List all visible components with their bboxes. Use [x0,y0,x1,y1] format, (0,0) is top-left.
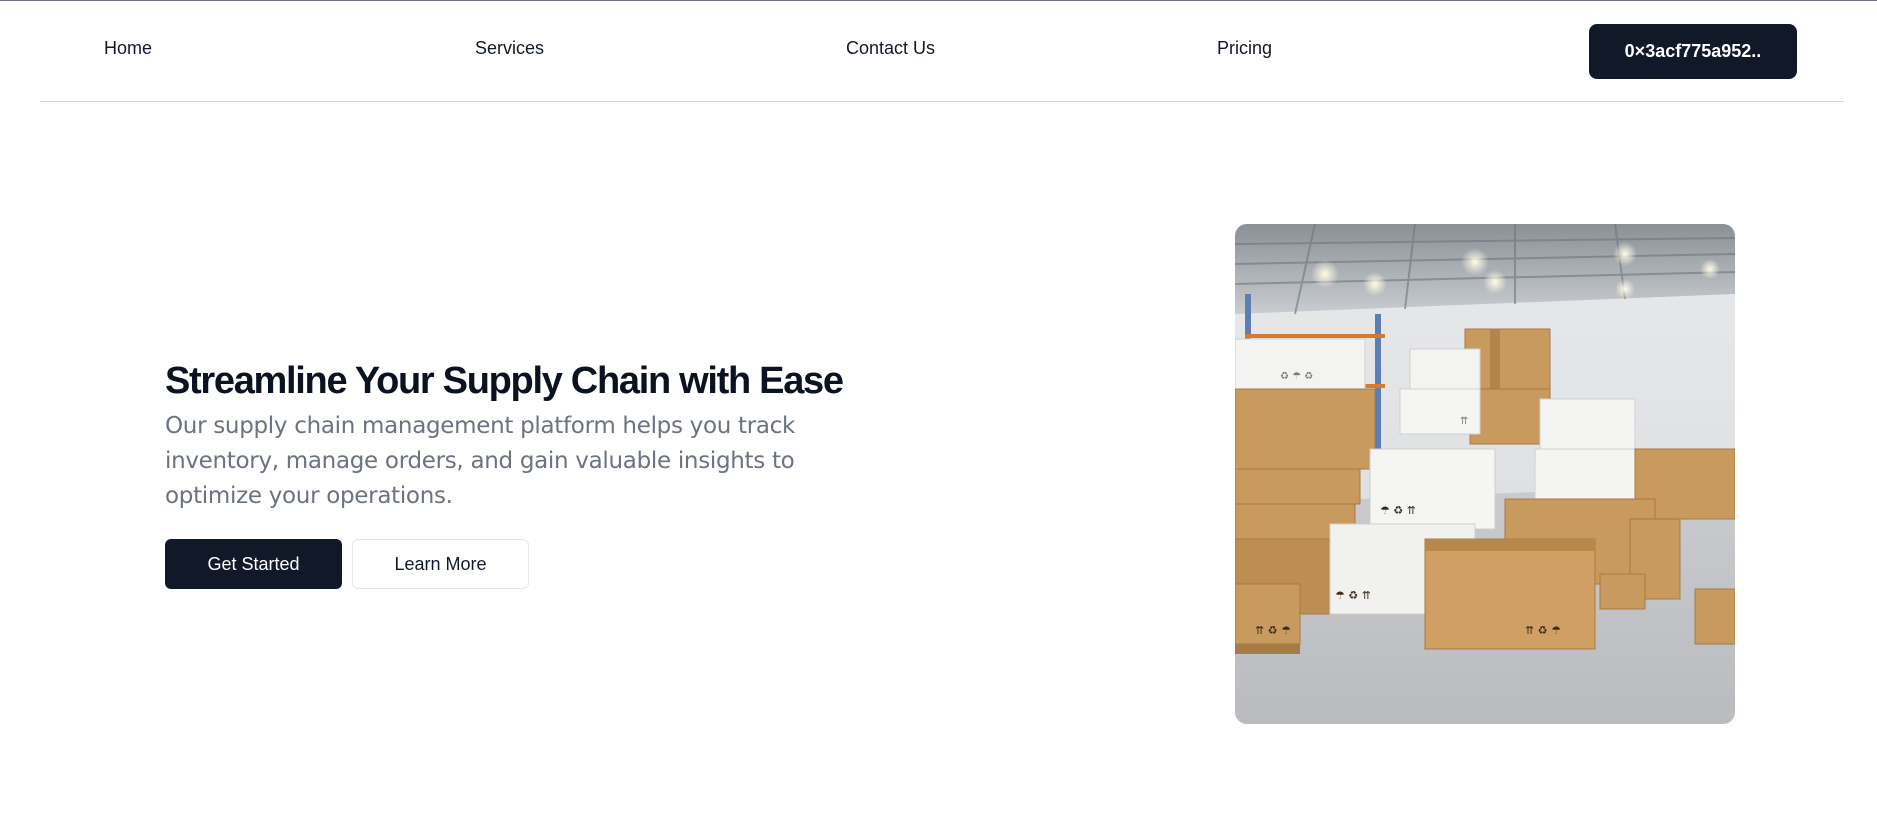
svg-text:⇈: ⇈ [1460,416,1468,427]
svg-text:☂ ♻ ⇈: ☂ ♻ ⇈ [1380,504,1416,517]
nav-link-pricing[interactable]: Pricing [1217,38,1272,59]
svg-text:⇈ ♻ ☂: ⇈ ♻ ☂ [1525,624,1561,637]
hero-actions: Get Started Learn More [165,539,529,589]
nav-link-home[interactable]: Home [104,38,152,59]
get-started-button[interactable]: Get Started [165,539,342,589]
top-navbar: Home Services Contact Us Pricing 0×3acf7… [40,1,1844,102]
page: Home Services Contact Us Pricing 0×3acf7… [0,0,1877,826]
hero-image: ⇈ ♻ ☂ ⇈ ♻ ☂ ☂ ♻ ⇈ ☂ ♻ ⇈ ♻ ☂ ♻ ⇈ [1235,224,1735,724]
svg-text:☂ ♻ ⇈: ☂ ♻ ⇈ [1335,589,1371,602]
hero-subtitle: Our supply chain management platform hel… [165,413,796,509]
wallet-address-button[interactable]: 0×3acf775a952.. [1589,24,1797,79]
learn-more-button[interactable]: Learn More [352,539,529,589]
nav-link-services[interactable]: Services [475,38,544,59]
svg-text:♻ ☂ ♻: ♻ ☂ ♻ [1280,371,1313,382]
hero-title: Streamline Your Supply Chain with Ease [165,360,844,402]
warehouse-boxes-illustration: ⇈ ♻ ☂ ⇈ ♻ ☂ ☂ ♻ ⇈ ☂ ♻ ⇈ ♻ ☂ ♻ ⇈ [1235,224,1735,724]
hero-text: Streamline Your Supply Chain with Ease O… [165,357,865,514]
svg-text:⇈ ♻ ☂: ⇈ ♻ ☂ [1255,624,1291,637]
nav-link-contact-us[interactable]: Contact Us [846,38,935,59]
